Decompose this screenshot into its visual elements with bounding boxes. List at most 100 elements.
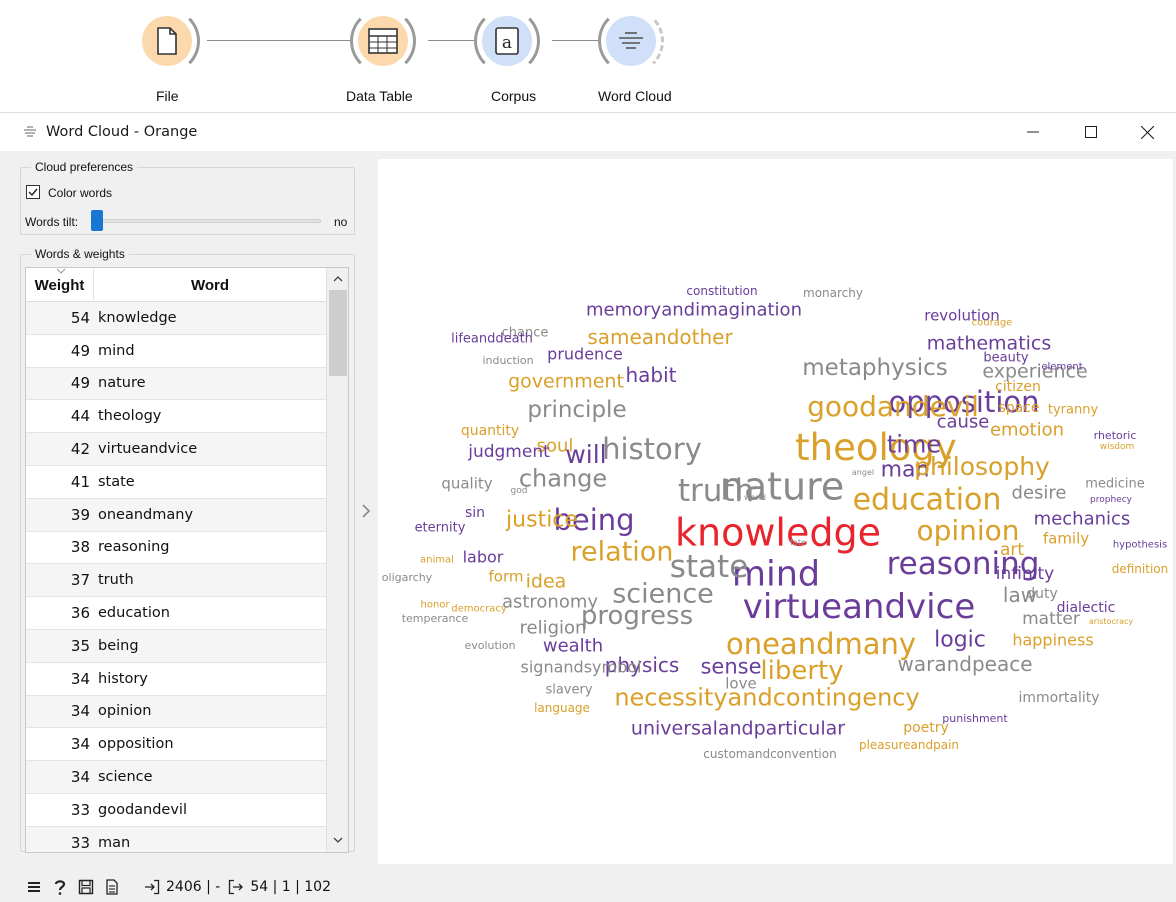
cloud-word[interactable]: dialectic: [1057, 600, 1116, 616]
table-row[interactable]: 49 nature: [26, 367, 326, 401]
close-button[interactable]: [1118, 113, 1176, 151]
cloud-word[interactable]: fate: [790, 538, 806, 547]
cloud-word[interactable]: justice: [505, 508, 578, 533]
cloud-word[interactable]: democracy: [451, 604, 507, 615]
cloud-word[interactable]: warandpeace: [897, 652, 1032, 676]
table-row[interactable]: 44 theology: [26, 400, 326, 434]
cloud-word[interactable]: element: [1041, 362, 1082, 373]
cloud-word[interactable]: metaphysics: [802, 355, 947, 381]
cloud-word[interactable]: medicine: [1085, 477, 1145, 492]
collapse-panel-chevron-icon[interactable]: [360, 503, 372, 519]
cloud-word[interactable]: art: [1000, 540, 1024, 560]
table-row[interactable]: 33 man: [26, 826, 326, 852]
cloud-word[interactable]: immortality: [1018, 690, 1099, 706]
cloud-word[interactable]: customandconvention: [703, 747, 836, 761]
output-port[interactable]: [350, 8, 416, 74]
workflow-node-word-cloud[interactable]: [598, 8, 664, 74]
cloud-word[interactable]: habit: [625, 363, 676, 387]
cloud-word[interactable]: sin: [465, 505, 485, 521]
cloud-word[interactable]: signandsymbol: [521, 658, 642, 677]
table-row[interactable]: 34 opposition: [26, 728, 326, 762]
cloud-word[interactable]: definition: [1112, 562, 1168, 576]
cloud-word[interactable]: education: [853, 483, 1002, 518]
cloud-word[interactable]: government: [508, 371, 624, 393]
scroll-down-icon[interactable]: [332, 834, 344, 846]
table-row[interactable]: 34 opinion: [26, 695, 326, 729]
scroll-up-icon[interactable]: [332, 273, 344, 285]
cloud-word[interactable]: wisdom: [1100, 442, 1135, 452]
cloud-word[interactable]: necessityandcontingency: [614, 683, 919, 711]
cloud-word[interactable]: constitution: [686, 284, 757, 298]
cloud-word[interactable]: prudence: [547, 345, 623, 364]
cloud-word[interactable]: space: [998, 400, 1039, 416]
column-header-word[interactable]: Word: [94, 268, 326, 302]
cloud-word[interactable]: mechanics: [1034, 508, 1131, 529]
cloud-word[interactable]: desire: [1012, 482, 1067, 503]
cloud-word[interactable]: religion: [520, 617, 587, 638]
table-row[interactable]: 34 science: [26, 761, 326, 794]
cloud-word[interactable]: quantity: [461, 423, 519, 439]
table-row[interactable]: 35 being: [26, 629, 326, 663]
cloud-word[interactable]: tyranny: [1048, 403, 1099, 418]
cloud-word[interactable]: language: [534, 701, 590, 715]
cloud-word[interactable]: happiness: [1012, 631, 1093, 650]
cloud-word[interactable]: evolution: [464, 639, 515, 652]
maximize-button[interactable]: [1062, 113, 1120, 151]
cloud-word[interactable]: hypothesis: [1113, 540, 1167, 551]
menu-icon[interactable]: [26, 879, 42, 895]
cloud-word[interactable]: idea: [526, 571, 567, 593]
cloud-word[interactable]: cause: [937, 411, 990, 432]
scrollbar-thumb[interactable]: [329, 290, 347, 376]
cloud-word[interactable]: truth: [678, 473, 754, 509]
minimize-button[interactable]: [1004, 113, 1062, 151]
table-row[interactable]: 49 mind: [26, 335, 326, 368]
cloud-word[interactable]: monarchy: [803, 286, 863, 300]
workflow-node-corpus[interactable]: a: [474, 8, 540, 74]
words-tilt-slider-handle[interactable]: [91, 210, 103, 231]
table-row[interactable]: 37 truth: [26, 564, 326, 598]
workflow-node-file[interactable]: [134, 8, 200, 74]
cloud-word[interactable]: rhetoric: [1094, 429, 1137, 442]
table-row[interactable]: 33 goodandevil: [26, 794, 326, 827]
cloud-word[interactable]: punishment: [942, 712, 1008, 725]
cloud-word[interactable]: love: [725, 674, 756, 692]
color-words-label[interactable]: Color words: [48, 186, 112, 200]
cloud-word[interactable]: form: [489, 567, 524, 585]
cloud-word[interactable]: liberty: [760, 656, 843, 686]
cloud-word[interactable]: infinity: [996, 564, 1054, 584]
cloud-word[interactable]: beauty: [983, 351, 1029, 366]
cloud-word[interactable]: world: [744, 493, 766, 502]
cloud-word[interactable]: wealth: [543, 635, 603, 656]
output-port-unconnected[interactable]: [598, 8, 664, 74]
help-icon[interactable]: [52, 879, 68, 895]
output-port[interactable]: [134, 8, 200, 74]
save-icon[interactable]: [78, 879, 94, 895]
table-row[interactable]: 38 reasoning: [26, 532, 326, 565]
workflow-node-data-table[interactable]: [350, 8, 416, 74]
cloud-word[interactable]: principle: [527, 397, 626, 423]
cloud-word[interactable]: time: [887, 430, 941, 458]
cloud-word[interactable]: emotion: [990, 419, 1064, 440]
cloud-word[interactable]: honor: [420, 600, 450, 611]
cloud-word[interactable]: virtueandvice: [743, 587, 976, 627]
cloud-word[interactable]: history: [602, 432, 702, 466]
table-row[interactable]: 41 state: [26, 466, 326, 499]
cloud-word[interactable]: astronomy: [502, 591, 598, 612]
cloud-word[interactable]: quality: [441, 474, 492, 492]
cloud-word[interactable]: citizen: [995, 379, 1041, 395]
cloud-word[interactable]: family: [1043, 529, 1089, 547]
cloud-word[interactable]: courage: [972, 318, 1013, 329]
table-row[interactable]: 42 virtueandvice: [26, 433, 326, 466]
output-port[interactable]: [474, 8, 540, 74]
words-tilt-slider-track[interactable]: [91, 219, 321, 223]
cloud-word[interactable]: oligarchy: [382, 571, 433, 584]
cloud-word[interactable]: animal: [420, 555, 454, 566]
title-bar[interactable]: Word Cloud - Orange: [0, 113, 1176, 151]
table-row[interactable]: 34 history: [26, 663, 326, 696]
cloud-word[interactable]: memoryandimagination: [586, 299, 802, 320]
table-row[interactable]: 36 education: [26, 597, 326, 630]
cloud-word[interactable]: angel: [852, 468, 874, 477]
table-row[interactable]: 39 oneandmany: [26, 498, 326, 532]
cloud-word[interactable]: prophecy: [1090, 495, 1133, 505]
cloud-word[interactable]: labor: [463, 548, 504, 567]
